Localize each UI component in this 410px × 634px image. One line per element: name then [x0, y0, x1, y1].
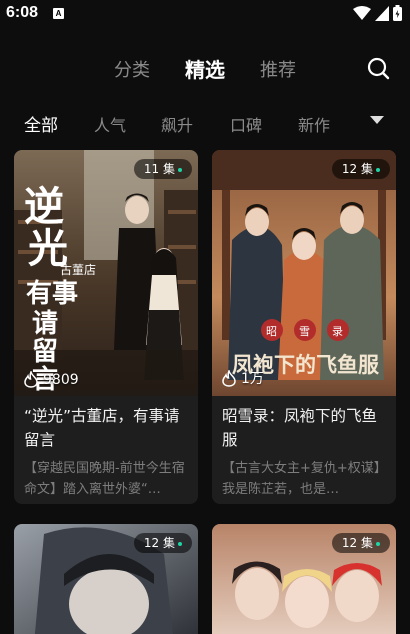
flame-icon: [24, 371, 38, 388]
episode-count-badge: 12 集: [133, 533, 192, 553]
cover-image: 逆 光 古董店 有事 请 留 言: [14, 150, 198, 396]
cover-text: 昭: [266, 325, 277, 338]
card-title[interactable]: “逆光”古董店，有事请留言: [14, 396, 198, 454]
episode-count: 12 集: [341, 162, 373, 176]
card-cover[interactable]: 12 集: [14, 524, 198, 634]
battery-icon: [393, 5, 402, 21]
status-icons: [353, 5, 402, 21]
popularity-count: 9809: [43, 371, 79, 388]
cover-image: 昭 雪 录 凤袍下的飞鱼服: [212, 150, 396, 396]
tab-category[interactable]: 分类: [114, 56, 150, 82]
status-dot-icon: [178, 167, 182, 172]
drama-card[interactable]: 12 集: [212, 524, 396, 634]
tab-recommend[interactable]: 推荐: [260, 56, 296, 82]
cover-title-char: 逆: [24, 183, 64, 230]
category-reputation[interactable]: 口碑: [230, 112, 262, 136]
top-navigation: 分类 精选 推荐: [0, 52, 410, 88]
cover-text: 有事: [26, 279, 78, 309]
cover-text: 请: [32, 309, 58, 339]
category-all[interactable]: 全部: [24, 111, 58, 136]
cover-text: 雪: [299, 325, 310, 338]
popularity: 1万: [221, 368, 264, 388]
episode-count-badge: 11 集: [133, 159, 192, 179]
card-description: 【穿越民国晚期-前世今生宿命文】踏入离世外婆“…: [24, 461, 185, 497]
status-bar: 6:08 A: [0, 0, 410, 28]
status-dot-icon: [376, 167, 380, 172]
search-button[interactable]: [366, 56, 392, 82]
episode-count: 11 集: [143, 162, 175, 176]
status-dot-icon: [178, 541, 182, 546]
episode-count-badge: 12 集: [331, 533, 390, 553]
popularity-count: 1万: [241, 371, 264, 387]
cover-text: 录: [332, 325, 343, 338]
status-time: 6:08: [6, 4, 39, 21]
drama-card[interactable]: 12 集: [14, 524, 198, 634]
status-dot-icon: [376, 541, 380, 546]
card-cover[interactable]: 逆 光 古董店 有事 请 留 言 11 集 9809: [14, 150, 198, 396]
chevron-down-icon[interactable]: [370, 116, 384, 124]
episode-count: 12 集: [143, 536, 175, 550]
popularity: 9809: [23, 371, 79, 388]
episode-count-badge: 12 集: [331, 159, 390, 179]
category-new[interactable]: 新作: [298, 112, 330, 136]
search-icon: [367, 57, 390, 80]
app-notification-icon: A: [53, 8, 64, 19]
flame-icon: [222, 369, 236, 387]
cover-text: 留: [32, 337, 58, 367]
wifi-icon: [353, 5, 371, 20]
category-rising[interactable]: 飙升: [161, 112, 193, 136]
category-popular[interactable]: 人气: [94, 112, 126, 136]
card-title[interactable]: 昭雪录：凤袍下的飞鱼服: [212, 396, 396, 454]
drama-card[interactable]: 逆 光 古董店 有事 请 留 言 11 集 9809 “逆光”古董店，有事请留言…: [14, 150, 198, 504]
card-cover[interactable]: 昭 雪 录 凤袍下的飞鱼服 12 集 1万: [212, 150, 396, 396]
category-filter-row: 全部 人气 飙升 口碑 新作: [0, 108, 410, 138]
tab-featured[interactable]: 精选: [185, 54, 225, 83]
card-cover[interactable]: 12 集: [212, 524, 396, 634]
drama-card[interactable]: 昭 雪 录 凤袍下的飞鱼服 12 集 1万 昭雪录：凤袍下的飞鱼服 【古言大女主…: [212, 150, 396, 504]
cover-subtitle: 古董店: [60, 262, 96, 277]
card-description: 【古言大女主+复仇+权谋】我是陈芷若，也是…: [222, 461, 381, 497]
episode-count: 12 集: [341, 536, 373, 550]
signal-icon: [375, 5, 389, 21]
